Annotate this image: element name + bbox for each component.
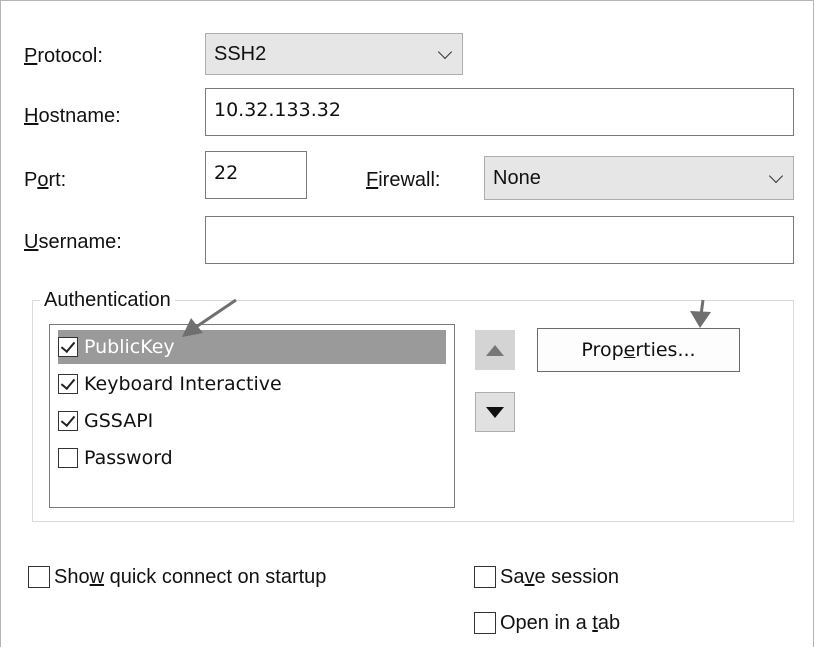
quick-connect-option[interactable]: Show quick connect on startup: [28, 565, 326, 589]
checkbox-quick-connect[interactable]: [28, 566, 50, 588]
annotation-arrow-icon: [182, 298, 237, 337]
quick-connect-label: Show quick connect on startup: [54, 566, 327, 588]
annotation-arrows: [182, 298, 711, 337]
checkbox-save-session[interactable]: [474, 566, 496, 588]
save-session-option[interactable]: Save session: [474, 565, 619, 589]
checkbox-open-in-tab[interactable]: [474, 612, 496, 634]
open-in-tab-option[interactable]: Open in a tab: [474, 611, 620, 635]
annotation-arrow-icon: [690, 299, 711, 328]
open-in-tab-label: Open in a tab: [500, 612, 621, 634]
save-session-label: Save session: [500, 566, 619, 588]
